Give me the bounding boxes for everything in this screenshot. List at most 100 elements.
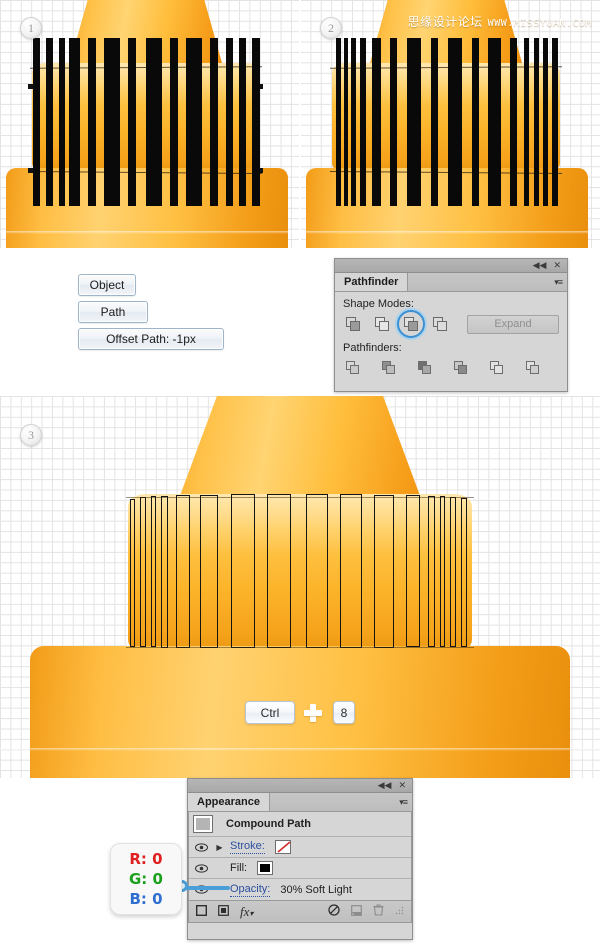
pathfinder-outline-button[interactable] bbox=[487, 358, 507, 378]
skirt-highlight bbox=[0, 231, 300, 234]
offset-path bbox=[428, 496, 435, 647]
resize-grip-icon[interactable] bbox=[395, 906, 404, 918]
rgb-b-value: 0 bbox=[152, 890, 163, 908]
merge-icon bbox=[417, 360, 433, 376]
rib bbox=[146, 38, 162, 206]
opacity-label[interactable]: Opacity: bbox=[230, 883, 271, 897]
pathfinder-minus-back-button[interactable] bbox=[523, 358, 543, 378]
plus-icon bbox=[304, 704, 322, 722]
shape-mode-unite-button[interactable] bbox=[343, 314, 363, 334]
delete-item-icon[interactable] bbox=[373, 904, 384, 919]
fill-label[interactable]: Fill: bbox=[230, 862, 247, 874]
clear-appearance-icon[interactable] bbox=[328, 904, 340, 919]
exclude-icon bbox=[432, 316, 448, 332]
pathfinder-body: Shape Modes: Expand Pathfinders: bbox=[335, 292, 567, 386]
illustration-step-2: 2 bbox=[300, 0, 600, 248]
rib bbox=[88, 38, 96, 206]
offset-path bbox=[161, 496, 168, 648]
rib bbox=[534, 38, 539, 206]
offset-path bbox=[151, 496, 156, 647]
appearance-row-stroke[interactable]: ▶ Stroke: bbox=[189, 837, 411, 858]
pathfinder-tabrow: Pathfinder ▾≡ bbox=[335, 273, 567, 292]
appearance-footer: fx▾ bbox=[188, 901, 412, 923]
rib bbox=[360, 38, 366, 206]
rib bbox=[33, 38, 40, 206]
menu-offset-path-button[interactable]: Offset Path: -1px bbox=[78, 328, 224, 350]
pathfinders-label: Pathfinders: bbox=[343, 342, 402, 354]
rgb-g-value: 0 bbox=[152, 870, 163, 888]
rib bbox=[239, 38, 246, 206]
shape-modes-label: Shape Modes: bbox=[343, 298, 414, 310]
minus-front-icon bbox=[374, 316, 390, 332]
offset-path bbox=[130, 499, 135, 647]
rib bbox=[128, 38, 136, 206]
rgb-color-callout: R: 0 G: 0 B: 0 bbox=[110, 843, 182, 915]
menu-path-button[interactable]: Path bbox=[78, 301, 148, 323]
visibility-eye-icon[interactable] bbox=[193, 842, 209, 852]
collapse-icon[interactable]: ◀◀ bbox=[378, 781, 392, 790]
rib bbox=[431, 38, 438, 206]
offset-path bbox=[231, 494, 255, 648]
shape-mode-intersect-button[interactable] bbox=[397, 310, 425, 338]
rgb-red-row: R: 0 bbox=[129, 849, 162, 869]
disclosure-triangle-icon[interactable]: ▶ bbox=[214, 843, 225, 852]
offset-path bbox=[440, 496, 445, 647]
close-icon[interactable]: ✕ bbox=[553, 261, 561, 270]
panel-divider bbox=[299, 0, 301, 248]
key-ctrl[interactable]: Ctrl bbox=[245, 701, 295, 724]
rib bbox=[252, 38, 260, 206]
appearance-object-row[interactable]: Compound Path bbox=[189, 812, 411, 837]
fx-icon[interactable]: fx▾ bbox=[240, 905, 253, 918]
expand-button[interactable]: Expand bbox=[467, 314, 559, 334]
stroke-label[interactable]: Stroke: bbox=[230, 840, 265, 854]
pathfinder-merge-button[interactable] bbox=[415, 358, 435, 378]
crop-icon bbox=[453, 360, 469, 376]
offset-path bbox=[450, 497, 456, 647]
pathfinder-panel[interactable]: ◀◀ ✕ Pathfinder ▾≡ Shape Modes: Expand P… bbox=[334, 258, 568, 392]
fill-swatch-black[interactable] bbox=[257, 861, 274, 875]
appearance-row-fill[interactable]: Fill: bbox=[189, 858, 411, 879]
pathfinder-crop-button[interactable] bbox=[451, 358, 471, 378]
menu-object-button[interactable]: Object bbox=[78, 274, 136, 296]
intersect-icon bbox=[403, 316, 419, 332]
rib bbox=[372, 38, 381, 206]
panel-menu-icon[interactable]: ▾≡ bbox=[554, 277, 563, 288]
panel-menu-icon[interactable]: ▾≡ bbox=[399, 797, 408, 808]
offset-path bbox=[176, 495, 190, 648]
rib bbox=[448, 38, 462, 206]
step-badge-3: 3 bbox=[20, 424, 42, 446]
new-fill-icon[interactable] bbox=[218, 904, 229, 919]
skirt-highlight bbox=[300, 231, 600, 234]
collapse-icon[interactable]: ◀◀ bbox=[533, 261, 547, 270]
tab-appearance[interactable]: Appearance bbox=[188, 793, 270, 811]
rgb-r-value: 0 bbox=[152, 850, 163, 868]
rib bbox=[336, 38, 341, 206]
object-thumbnail bbox=[193, 815, 213, 833]
shape-mode-exclude-button[interactable] bbox=[430, 314, 450, 334]
appearance-titlebar: ◀◀ ✕ bbox=[188, 779, 412, 793]
tab-pathfinder[interactable]: Pathfinder bbox=[335, 273, 409, 291]
band-edge-curve-top bbox=[126, 497, 474, 499]
shape-modes-row: Expand bbox=[343, 310, 559, 338]
appearance-panel[interactable]: ◀◀ ✕ Appearance ▾≡ Compound Path ▶ Strok… bbox=[187, 778, 413, 940]
key-8[interactable]: 8 bbox=[333, 701, 355, 724]
pathfinder-divide-button[interactable] bbox=[343, 358, 363, 378]
rib bbox=[351, 38, 356, 206]
rib bbox=[472, 38, 479, 206]
screenshot-root: 1 2 思缘设计论坛 WWW.MISSYUAN.COM Object Path … bbox=[0, 0, 600, 949]
skirt-highlight bbox=[0, 748, 600, 751]
pathfinder-trim-button[interactable] bbox=[379, 358, 399, 378]
rib bbox=[390, 38, 397, 206]
close-icon[interactable]: ✕ bbox=[398, 781, 406, 790]
rib bbox=[344, 38, 348, 206]
rib bbox=[552, 38, 558, 206]
pathfinder-titlebar: ◀◀ ✕ bbox=[335, 259, 567, 273]
stroke-swatch-none[interactable] bbox=[274, 840, 291, 854]
shape-mode-minus-front-button[interactable] bbox=[372, 314, 392, 334]
rib bbox=[407, 38, 421, 206]
duplicate-item-icon[interactable] bbox=[351, 904, 362, 919]
rib bbox=[226, 38, 233, 206]
cap-skirt bbox=[30, 646, 570, 778]
visibility-eye-icon[interactable] bbox=[193, 863, 209, 873]
new-stroke-icon[interactable] bbox=[195, 904, 208, 919]
